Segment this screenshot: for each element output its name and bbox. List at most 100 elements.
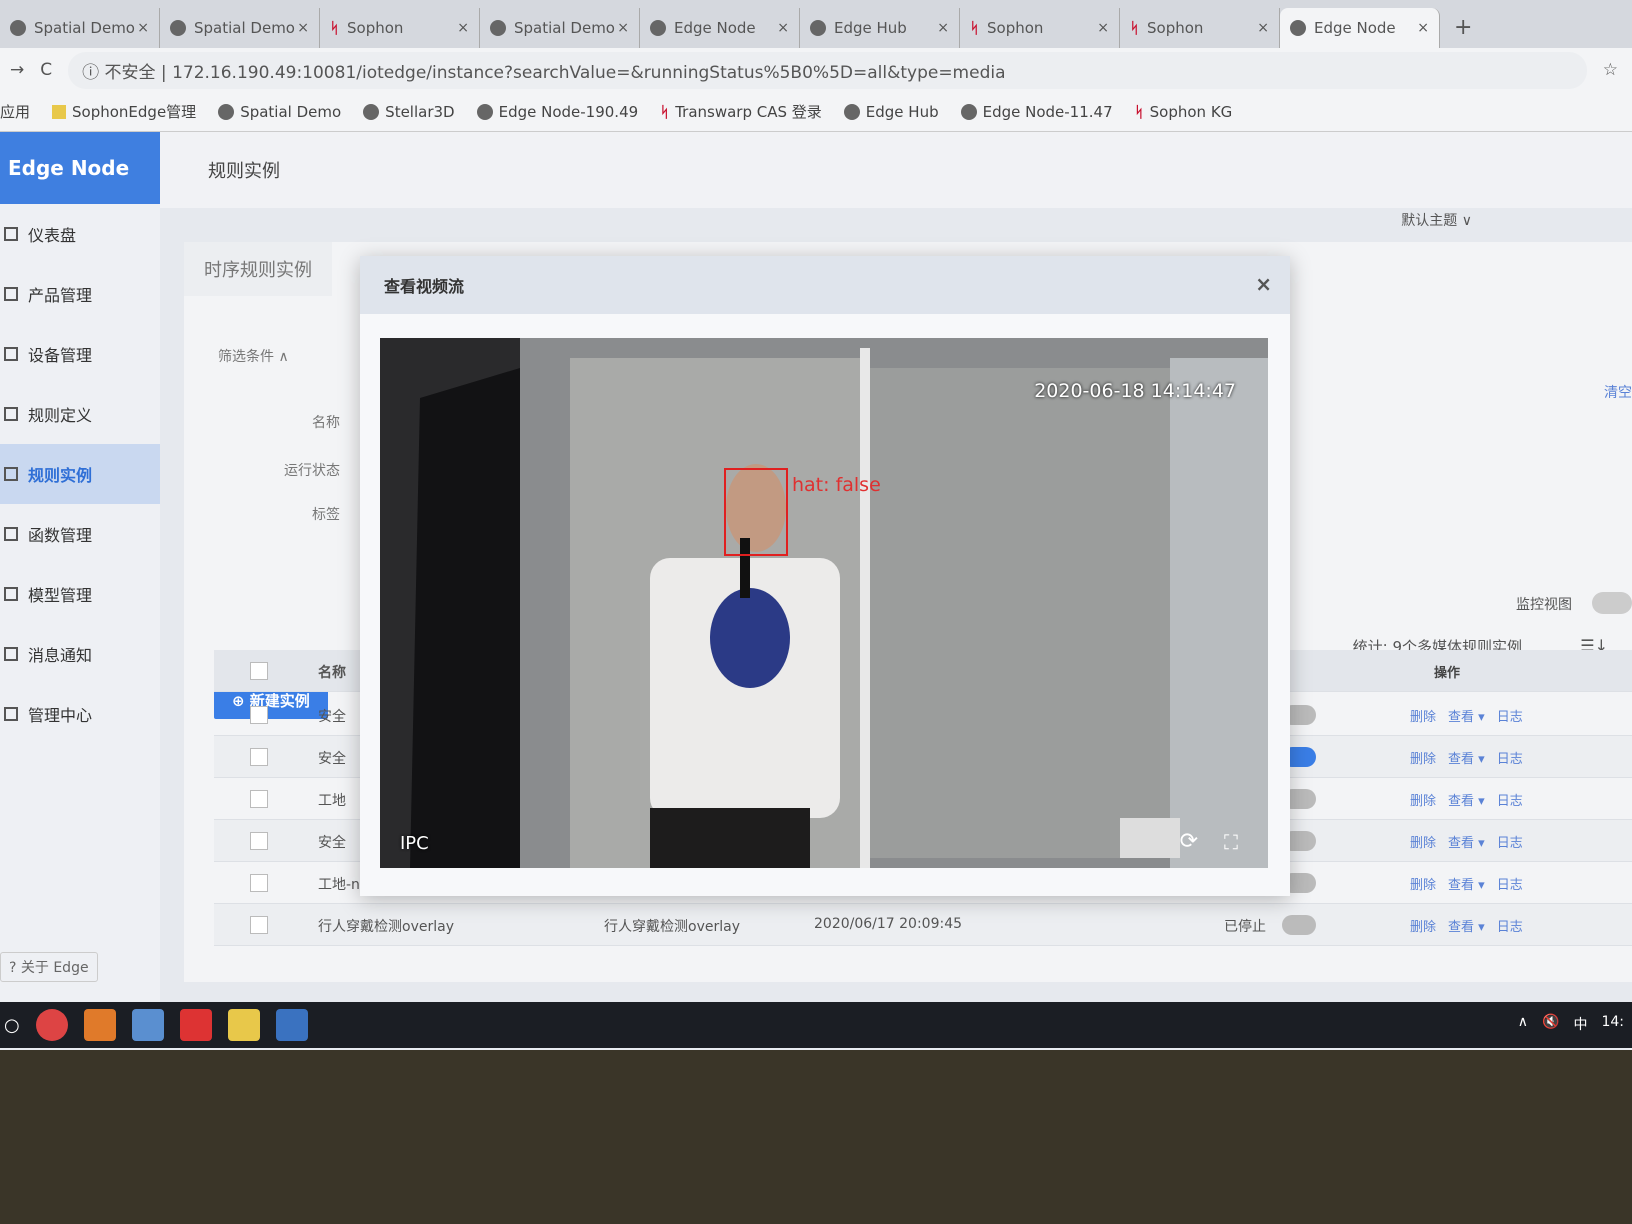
close-icon[interactable]: ×	[1255, 272, 1272, 296]
browser-tab[interactable]: ᛋ Sophon ×	[320, 8, 480, 48]
row-actions: 删除 查看 ▾ 日志	[1410, 916, 1523, 935]
log-link[interactable]: 日志	[1497, 748, 1523, 767]
url-input[interactable]: ⓘ 不安全 | 172.16.190.49:10081/iotedge/inst…	[68, 51, 1587, 89]
delete-link[interactable]: 删除	[1410, 874, 1436, 893]
view-link[interactable]: 查看 ▾	[1448, 832, 1485, 851]
log-link[interactable]: 日志	[1497, 706, 1523, 725]
star-icon[interactable]: ☆	[1603, 60, 1618, 80]
view-link[interactable]: 查看 ▾	[1448, 706, 1485, 725]
reload-icon[interactable]: C	[40, 60, 52, 80]
bookmark-item[interactable]: Edge Hub	[843, 102, 939, 121]
delete-link[interactable]: 删除	[1410, 916, 1436, 935]
clock[interactable]: 14:	[1601, 1014, 1624, 1034]
row-checkbox[interactable]	[250, 916, 268, 934]
fullscreen-icon[interactable]: ⛶	[1224, 830, 1238, 854]
bookmark-label: Edge Hub	[865, 102, 939, 121]
bookmark-item[interactable]: ᛋ Transwarp CAS 登录	[660, 101, 822, 122]
bookmark-item[interactable]: ᛋ Sophon KG	[1135, 103, 1233, 121]
sidebar-item[interactable]: 函数管理	[0, 504, 160, 564]
browser-tab[interactable]: Edge Node ×	[640, 8, 800, 48]
browser-tab[interactable]: Edge Node ×	[1280, 8, 1440, 48]
close-tab-icon[interactable]: ×	[137, 20, 149, 36]
tab-timeseries[interactable]: 时序规则实例	[184, 242, 332, 296]
powerpoint-icon[interactable]	[179, 1009, 212, 1041]
log-link[interactable]: 日志	[1497, 874, 1523, 893]
browser-tab[interactable]: Edge Hub ×	[800, 8, 960, 48]
chrome-icon[interactable]	[35, 1009, 68, 1041]
video-player[interactable]: hat: false 2020-06-18 14:14:47 IPC ⟳ ⛶	[380, 338, 1268, 868]
filter-toggle[interactable]: 筛选条件 ∧	[218, 346, 289, 366]
app-icon[interactable]	[131, 1009, 164, 1041]
close-tab-icon[interactable]: ×	[1417, 20, 1429, 36]
row-checkbox[interactable]	[250, 790, 268, 808]
bookmark-item[interactable]: Edge Node-11.47	[960, 103, 1113, 121]
view-link[interactable]: 查看 ▾	[1448, 790, 1485, 809]
search-icon[interactable]: ○	[4, 1015, 20, 1036]
delete-link[interactable]: 删除	[1410, 748, 1436, 767]
sidebar-item-label: 规则实例	[28, 466, 93, 485]
row-checkbox[interactable]	[250, 832, 268, 850]
sidebar-item[interactable]: 规则定义	[0, 384, 160, 444]
about-button[interactable]: ? 关于 Edge	[0, 952, 98, 982]
browser-tab[interactable]: ᛋ Sophon ×	[960, 8, 1120, 48]
delete-link[interactable]: 删除	[1410, 790, 1436, 809]
insecure-label: 不安全	[104, 62, 156, 83]
globe-icon	[490, 20, 506, 36]
log-link[interactable]: 日志	[1497, 832, 1523, 851]
sidebar-item[interactable]: 产品管理	[0, 264, 160, 324]
close-tab-icon[interactable]: ×	[457, 20, 469, 36]
view-link[interactable]: 查看 ▾	[1448, 916, 1485, 935]
photos-icon[interactable]	[275, 1009, 308, 1041]
bookmark-item[interactable]: Edge Node-190.49	[476, 103, 638, 121]
select-all-checkbox[interactable]	[250, 662, 268, 680]
ime-indicator[interactable]: 中	[1573, 1014, 1587, 1034]
globe-icon	[170, 20, 186, 36]
bookmark-item[interactable]: SophonEdge管理	[52, 101, 196, 122]
browser-tab[interactable]: Spatial Demo ×	[480, 8, 640, 48]
wechat-icon[interactable]	[83, 1009, 116, 1041]
clear-link[interactable]: 清空	[1604, 382, 1632, 402]
view-link[interactable]: 查看 ▾	[1448, 874, 1485, 893]
row-checkbox[interactable]	[250, 874, 268, 892]
bookmark-item[interactable]: 应用	[0, 101, 30, 122]
chevron-up-icon[interactable]: ∧	[1518, 1014, 1528, 1034]
bookmark-item[interactable]: Stellar3D	[363, 103, 455, 121]
delete-link[interactable]: 删除	[1410, 706, 1436, 725]
browser-tab[interactable]: ᛋ Sophon ×	[1120, 8, 1280, 48]
volume-mute-icon[interactable]: 🔇	[1542, 1014, 1559, 1034]
view-link[interactable]: 查看 ▾	[1448, 748, 1485, 767]
log-link[interactable]: 日志	[1497, 790, 1523, 809]
row-checkbox[interactable]	[250, 706, 268, 724]
close-tab-icon[interactable]: ×	[1097, 20, 1109, 36]
menu-icon	[4, 527, 18, 541]
browser-tab[interactable]: Spatial Demo ×	[160, 8, 320, 48]
close-tab-icon[interactable]: ×	[1257, 20, 1269, 36]
theme-select[interactable]: 默认主题 ∨	[1401, 210, 1472, 230]
log-link[interactable]: 日志	[1497, 916, 1523, 935]
bookmark-label: SophonEdge管理	[72, 103, 197, 121]
sidebar-item[interactable]: 设备管理	[0, 324, 160, 384]
delete-link[interactable]: 删除	[1410, 832, 1436, 851]
sidebar-item[interactable]: 管理中心	[0, 684, 160, 744]
sidebar-item[interactable]: 消息通知	[0, 624, 160, 684]
row-checkbox[interactable]	[250, 748, 268, 766]
sidebar-item[interactable]: 模型管理	[0, 564, 160, 624]
file-explorer-icon[interactable]	[227, 1009, 260, 1041]
sidebar-item[interactable]: 仪表盘	[0, 204, 160, 264]
bookmark-item[interactable]: Spatial Demo	[218, 103, 341, 121]
close-tab-icon[interactable]: ×	[297, 20, 309, 36]
row-name: 安全	[318, 709, 346, 725]
close-tab-icon[interactable]: ×	[937, 20, 949, 36]
row-name: 工地	[318, 793, 346, 809]
sophon-icon: ᛋ	[330, 19, 340, 37]
sidebar-item[interactable]: 规则实例	[0, 444, 160, 504]
monitor-view-toggle[interactable]	[1592, 592, 1632, 614]
browser-tab[interactable]: Spatial Demo ×	[0, 8, 160, 48]
close-tab-icon[interactable]: ×	[777, 20, 789, 36]
refresh-icon[interactable]: ⟳	[1180, 829, 1198, 854]
new-tab-button[interactable]: +	[1440, 8, 1486, 48]
menu-icon	[4, 467, 18, 481]
close-tab-icon[interactable]: ×	[617, 20, 629, 36]
row-status-toggle[interactable]	[1282, 915, 1316, 935]
forward-icon[interactable]: →	[10, 60, 24, 80]
